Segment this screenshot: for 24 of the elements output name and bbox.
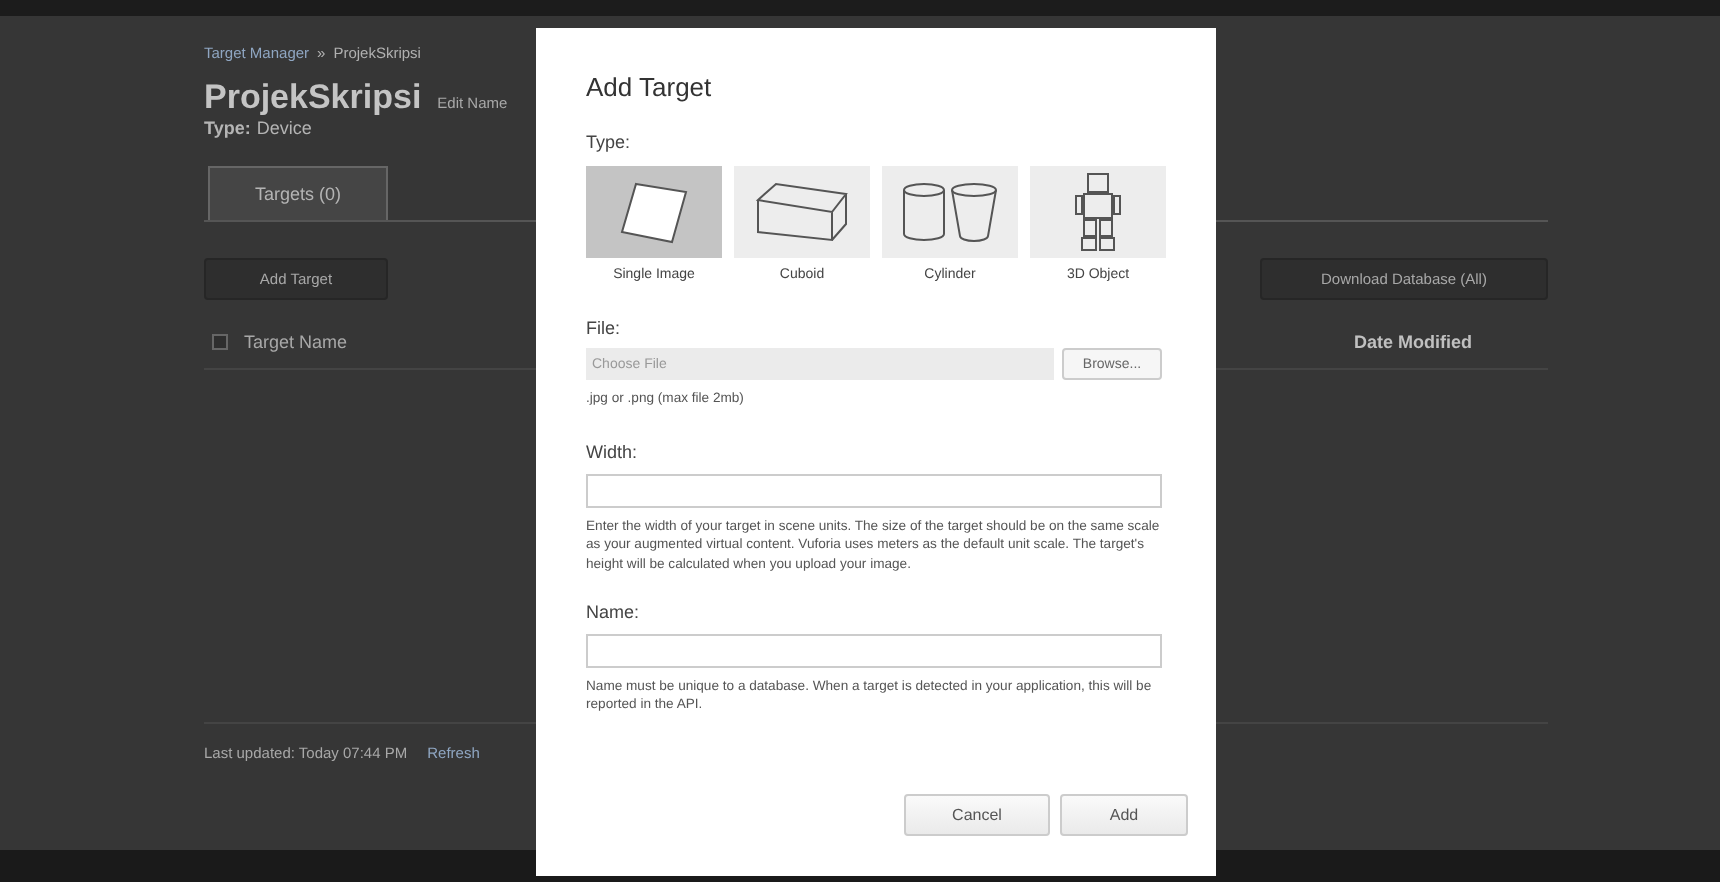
target-type-option[interactable] [1030, 166, 1166, 258]
select-all-checkbox[interactable] [212, 334, 228, 350]
column-header: Target Name [244, 332, 348, 352]
field-label: Width: [586, 442, 640, 463]
width-field[interactable] [586, 474, 1162, 509]
cancel-button[interactable]: Cancel [904, 794, 1050, 836]
target-type-option[interactable] [586, 166, 722, 258]
tab[interactable]: Targets (0) [208, 166, 388, 220]
field-label: Type: [586, 132, 633, 152]
name-field[interactable] [586, 633, 1162, 668]
target-type-option[interactable] [882, 166, 1018, 258]
image-sheet-icon [620, 180, 688, 244]
type-label: Type: [204, 118, 251, 138]
type-value: Device [256, 118, 312, 138]
cylinders-icon [900, 180, 1000, 244]
dialog-title: Add Target [586, 72, 714, 102]
box-icon [756, 182, 848, 242]
column-header: Date Modified [1353, 332, 1472, 352]
target-type-option[interactable] [734, 166, 870, 258]
field-label: Name: [586, 601, 642, 622]
field-label: File: [586, 318, 623, 338]
robot-icon [1074, 172, 1122, 252]
add-button[interactable]: Add [1060, 794, 1188, 836]
database-title: ProjekSkripsi [204, 78, 422, 118]
